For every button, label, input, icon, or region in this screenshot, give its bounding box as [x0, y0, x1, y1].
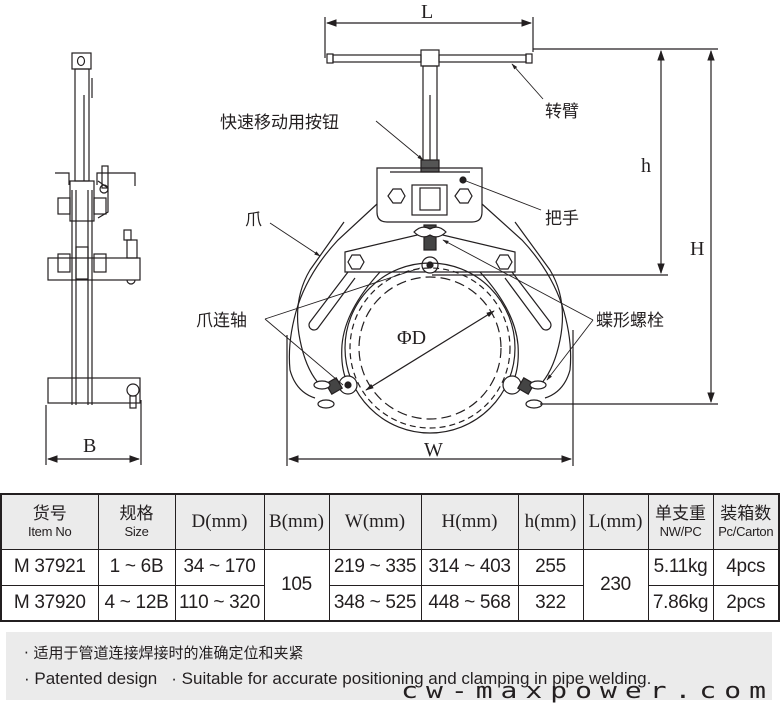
table-row: M 37921 1 ~ 6B 34 ~ 170 105 219 ~ 335 31…	[0, 548, 780, 622]
note-chinese: · 适用于管道连接焊接时的准确定位和夹紧	[24, 644, 304, 662]
label-claw-shaft: 爪连轴	[196, 311, 247, 331]
label-quick-button: 快速移动用按钮	[220, 113, 339, 133]
label-rotating-arm: 转臂	[545, 102, 579, 122]
table-header-row: 货号 Item No 规格 Size D(mm) B(mm) W(mm) H(mm)…	[0, 493, 780, 550]
cell-item: M 37920	[0, 584, 99, 622]
header-l: L(mm)	[582, 493, 649, 550]
side-view	[45, 52, 142, 465]
cell-size: 1 ~ 6B	[97, 548, 176, 586]
cell-b-shared: 105	[263, 548, 330, 622]
header-item-no: 货号 Item No	[0, 493, 99, 550]
cell-d: 34 ~ 170	[174, 548, 265, 586]
cell-item: M 37921	[0, 548, 99, 586]
note-patented: · Patented design	[24, 669, 158, 688]
spec-table: 货号 Item No 规格 Size D(mm) B(mm) W(mm) H(mm)…	[0, 493, 780, 622]
header-H: H(mm)	[420, 493, 519, 550]
watermark: cw-maxpower.com	[401, 677, 774, 704]
label-wing-bolt: 蝶形螺栓	[596, 311, 664, 331]
cell-pcs: 4pcs	[712, 548, 780, 586]
dim-label-h-large: H	[690, 238, 704, 260]
dim-label-l: L	[421, 1, 433, 23]
dim-label-d: ΦD	[397, 327, 426, 349]
cell-nw: 5.11kg	[647, 548, 714, 586]
header-size: 规格 Size	[97, 493, 176, 550]
front-view	[286, 17, 718, 466]
cell-h: 322	[517, 584, 584, 622]
cell-d: 110 ~ 320	[174, 584, 265, 622]
cell-l-shared: 230	[582, 548, 649, 622]
cell-w: 219 ~ 335	[328, 548, 422, 586]
technical-drawing: B L h H ΦD W 快速移动用按钮 转臂 把手 爪 爪连轴 蝶形螺栓	[45, 1, 718, 466]
dim-label-w: W	[424, 439, 443, 461]
header-w: W(mm)	[328, 493, 422, 550]
header-d: D(mm)	[174, 493, 265, 550]
label-claw: 爪	[245, 210, 262, 230]
label-handle: 把手	[545, 209, 579, 229]
cell-h: 255	[517, 548, 584, 586]
header-b: B(mm)	[263, 493, 330, 550]
cell-size: 4 ~ 12B	[97, 584, 176, 622]
cell-pcs: 2pcs	[712, 584, 780, 622]
cell-H: 314 ~ 403	[420, 548, 519, 586]
table-row: M 37920 4 ~ 12B 110 ~ 320 348 ~ 525 448 …	[0, 584, 780, 622]
header-h: h(mm)	[517, 493, 584, 550]
dim-label-b: B	[83, 435, 96, 457]
cell-nw: 7.86kg	[647, 584, 714, 622]
dim-label-h-small: h	[641, 155, 651, 177]
header-pcs: 装箱数 Pc/Carton	[712, 493, 780, 550]
cell-w: 348 ~ 525	[328, 584, 422, 622]
cell-H: 448 ~ 568	[420, 584, 519, 622]
header-nw: 单支重 NW/PC	[647, 493, 714, 550]
